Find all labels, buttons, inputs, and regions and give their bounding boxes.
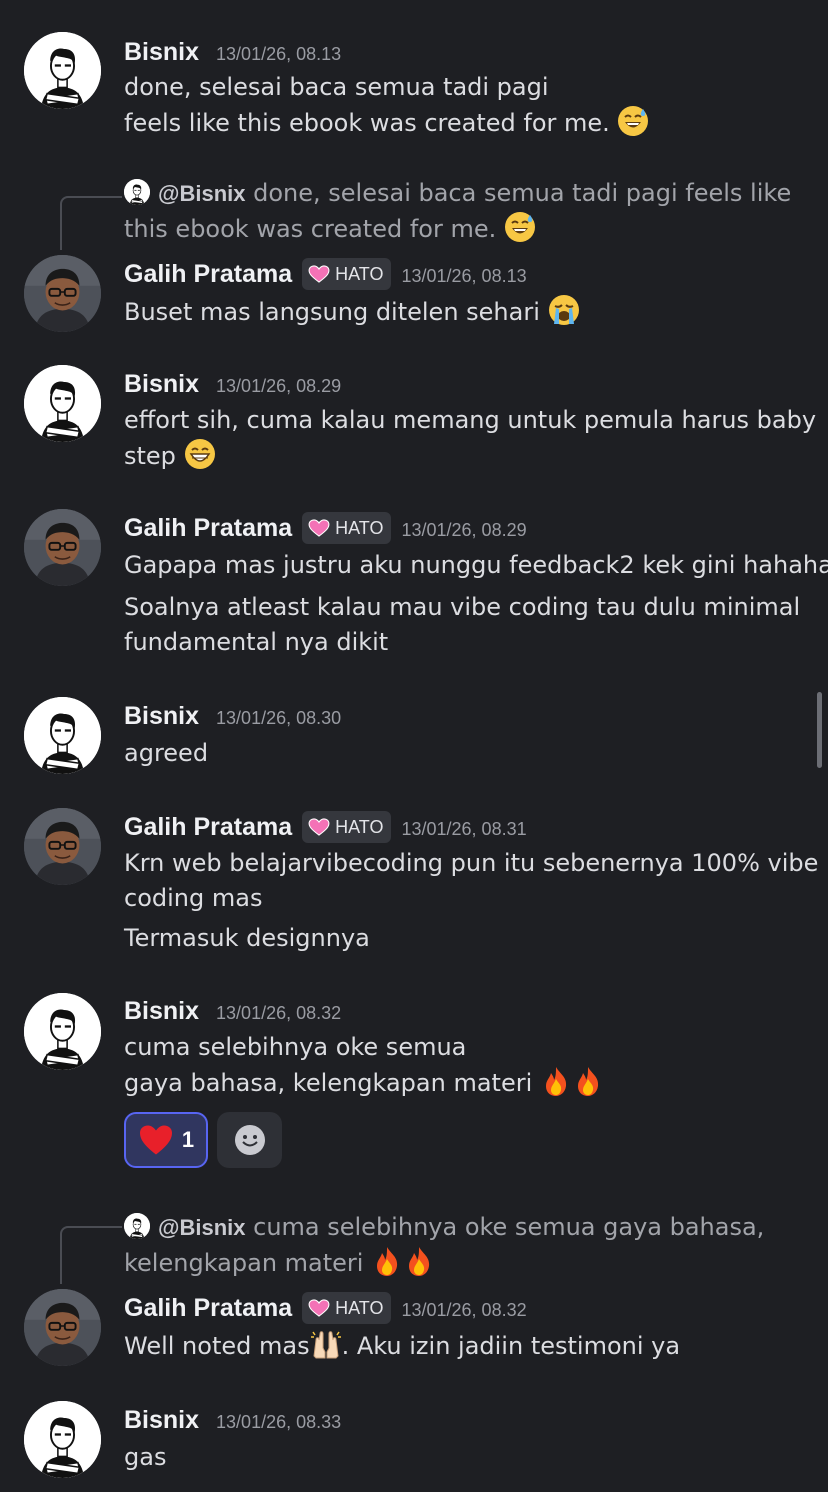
timestamp: 13/01/26, 08.33 (216, 1412, 342, 1432)
timestamp: 13/01/26, 08.32 (401, 1300, 527, 1320)
scrollbar[interactable] (817, 692, 822, 768)
message-text: Buset mas langsung ditelen sehari (124, 294, 580, 330)
loudly-crying-face-icon (548, 295, 579, 325)
reply-mention[interactable]: @Bisnix (158, 1215, 245, 1240)
fire-icon (577, 1067, 599, 1096)
server-tag[interactable]: HATO (302, 512, 392, 544)
reaction-heart[interactable]: 1 (124, 1112, 208, 1168)
heart-icon (308, 519, 330, 537)
grinning-face-with-sweat-icon (618, 106, 649, 136)
add-reaction-icon (234, 1125, 265, 1155)
fire-icon (545, 1067, 567, 1096)
reaction-count: 1 (181, 1127, 195, 1152)
timestamp: 13/01/26, 08.30 (216, 708, 342, 728)
message-text: gas (124, 1443, 167, 1471)
fire-icon (409, 1247, 430, 1276)
server-tag[interactable]: HATO (302, 258, 392, 290)
author-name[interactable]: Galih Pratama (124, 1294, 292, 1323)
avatar[interactable] (24, 255, 101, 332)
heart-icon (308, 265, 330, 283)
fire-icon (377, 1247, 398, 1276)
reply-connector (60, 1226, 122, 1284)
message-text: cuma selebihnya oke semua (124, 1033, 467, 1061)
message-text: Well noted mas. Aku izin jadiin testimon… (124, 1328, 680, 1364)
avatar[interactable] (24, 1289, 101, 1366)
avatar[interactable] (24, 509, 101, 586)
reply-connector (60, 196, 122, 250)
message-text: Krn web belajarvibecoding pun itu sebene… (124, 849, 819, 877)
reply-preview-text: kelengkapan materi (124, 1245, 435, 1281)
message-text: effort sih, cuma kalau memang untuk pemu… (124, 406, 817, 434)
message-text: done, selesai baca semua tadi pagi (124, 73, 549, 101)
heart-icon (308, 1299, 330, 1317)
server-tag[interactable]: HATO (302, 1292, 392, 1324)
author-name[interactable]: Bisnix (124, 370, 199, 399)
timestamp: 13/01/26, 08.29 (216, 376, 342, 396)
avatar (124, 179, 150, 205)
message-text: agreed (124, 739, 209, 767)
avatar[interactable] (24, 993, 101, 1070)
avatar[interactable] (24, 365, 101, 442)
avatar[interactable] (24, 697, 101, 774)
timestamp: 13/01/26, 08.32 (216, 1003, 342, 1023)
timestamp: 13/01/26, 08.29 (401, 520, 527, 540)
reply-preview-text: this ebook was created for me. (124, 211, 536, 247)
author-name[interactable]: Galih Pratama (124, 514, 292, 543)
avatar[interactable] (24, 808, 101, 885)
author-name[interactable]: Galih Pratama (124, 260, 292, 289)
author-name[interactable]: Bisnix (124, 1406, 199, 1435)
author-name[interactable]: Galih Pratama (124, 813, 292, 842)
reply-preview[interactable]: @Bisnix done, selesai baca semua tadi pa… (124, 176, 791, 211)
message-text: fundamental nya dikit (124, 628, 389, 656)
avatar[interactable] (24, 1401, 101, 1478)
reply-mention[interactable]: @Bisnix (158, 181, 245, 206)
add-reaction-button[interactable] (217, 1112, 282, 1168)
message-text: Gapapa mas justru aku nunggu feedback2 k… (124, 551, 828, 579)
message-text: coding mas (124, 884, 263, 912)
red-heart-icon (139, 1125, 172, 1155)
timestamp: 13/01/26, 08.13 (216, 44, 342, 64)
server-tag[interactable]: HATO (302, 811, 392, 843)
grinning-face-with-sweat-icon (504, 212, 535, 242)
heart-icon (308, 818, 330, 836)
grinning-face-icon (184, 439, 215, 469)
message-text: step (124, 438, 216, 474)
timestamp: 13/01/26, 08.13 (401, 266, 527, 286)
timestamp: 13/01/26, 08.31 (401, 819, 527, 839)
raising-hands-icon (310, 1331, 341, 1359)
message-text: Termasuk designnya (124, 924, 370, 952)
avatar[interactable] (24, 32, 101, 109)
author-name[interactable]: Bisnix (124, 997, 199, 1026)
author-name[interactable]: Bisnix (124, 702, 199, 731)
message-text: gaya bahasa, kelengkapan materi (124, 1065, 604, 1101)
avatar (124, 1213, 150, 1239)
reply-preview[interactable]: @Bisnix cuma selebihnya oke semua gaya b… (124, 1210, 764, 1245)
author-name[interactable]: Bisnix (124, 38, 199, 67)
message-text: Soalnya atleast kalau mau vibe coding ta… (124, 593, 801, 621)
message-text: feels like this ebook was created for me… (124, 105, 649, 141)
